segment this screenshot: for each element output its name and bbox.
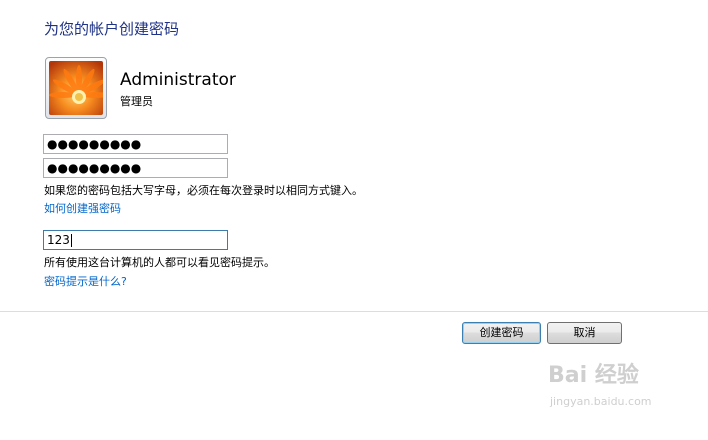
- footer-divider: [0, 311, 708, 312]
- user-avatar: [45, 57, 107, 119]
- dialog-title: 为您的帐户创建密码: [44, 20, 180, 38]
- new-password-input[interactable]: ●●●●●●●●●: [43, 134, 228, 154]
- watermark-logo: Bai 经验: [548, 363, 639, 388]
- account-type: 管理员: [120, 95, 153, 108]
- confirm-password-input[interactable]: ●●●●●●●●●: [43, 158, 228, 178]
- text-caret: [70, 234, 72, 247]
- hint-visibility-text: 所有使用这台计算机的人都可以看见密码提示。: [44, 256, 275, 269]
- password-hint-help-link[interactable]: 密码提示是什么?: [44, 273, 127, 289]
- create-password-button[interactable]: 创建密码: [462, 322, 541, 344]
- watermark-url: jingyan.baidu.com: [550, 395, 652, 408]
- password-hint-value: 123: [47, 233, 70, 247]
- caps-warning-text: 如果您的密码包括大写字母，必须在每次登录时以相同方式键入。: [44, 184, 363, 197]
- orange-flower-picture-icon: [49, 61, 103, 115]
- baidu-watermark: Bai 经验 jingyan.baidu.com: [548, 357, 678, 417]
- password-hint-input[interactable]: 123: [43, 230, 228, 250]
- strong-password-link[interactable]: 如何创建强密码: [44, 200, 121, 216]
- account-name: Administrator: [120, 70, 236, 90]
- cancel-button[interactable]: 取消: [547, 322, 622, 344]
